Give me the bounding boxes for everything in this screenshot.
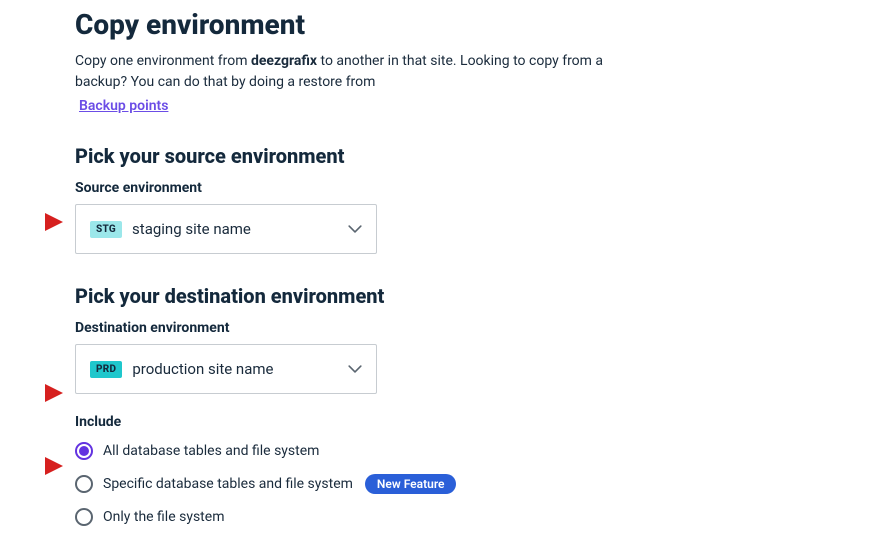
arrow-marker-icon	[45, 213, 63, 231]
site-name: deezgrafix	[251, 53, 317, 69]
radio-specific-tables[interactable]: Specific database tables and file system…	[75, 474, 645, 494]
chevron-down-icon	[348, 222, 362, 236]
destination-select-value: production site name	[132, 360, 348, 378]
chevron-down-icon	[348, 362, 362, 376]
source-select-value: staging site name	[132, 220, 348, 238]
destination-env-label: Destination environment	[75, 320, 645, 336]
prd-badge: PRD	[90, 361, 122, 378]
radio-button-icon	[75, 442, 93, 460]
page-title: Copy environment	[75, 8, 645, 41]
radio-label: Only the file system	[103, 509, 224, 525]
backup-points-link[interactable]: Backup points	[79, 98, 168, 114]
radio-only-filesystem[interactable]: Only the file system	[75, 508, 645, 526]
source-env-label: Source environment	[75, 180, 645, 196]
radio-label: Specific database tables and file system	[103, 476, 353, 492]
intro-text: Copy one environment from deezgrafix to …	[75, 51, 635, 93]
radio-label: All database tables and file system	[103, 443, 319, 459]
radio-all-tables[interactable]: All database tables and file system	[75, 442, 645, 460]
radio-button-icon	[75, 508, 93, 526]
intro-before: Copy one environment from	[75, 53, 251, 69]
destination-heading: Pick your destination environment	[75, 284, 645, 308]
stg-badge: STG	[90, 221, 122, 238]
arrow-marker-icon	[45, 457, 63, 475]
new-feature-badge: New Feature	[365, 474, 457, 494]
source-heading: Pick your source environment	[75, 144, 645, 168]
include-label: Include	[75, 414, 645, 430]
arrow-marker-icon	[45, 384, 63, 402]
destination-environment-select[interactable]: PRD production site name	[75, 344, 377, 394]
radio-button-icon	[75, 475, 93, 493]
source-environment-select[interactable]: STG staging site name	[75, 204, 377, 254]
